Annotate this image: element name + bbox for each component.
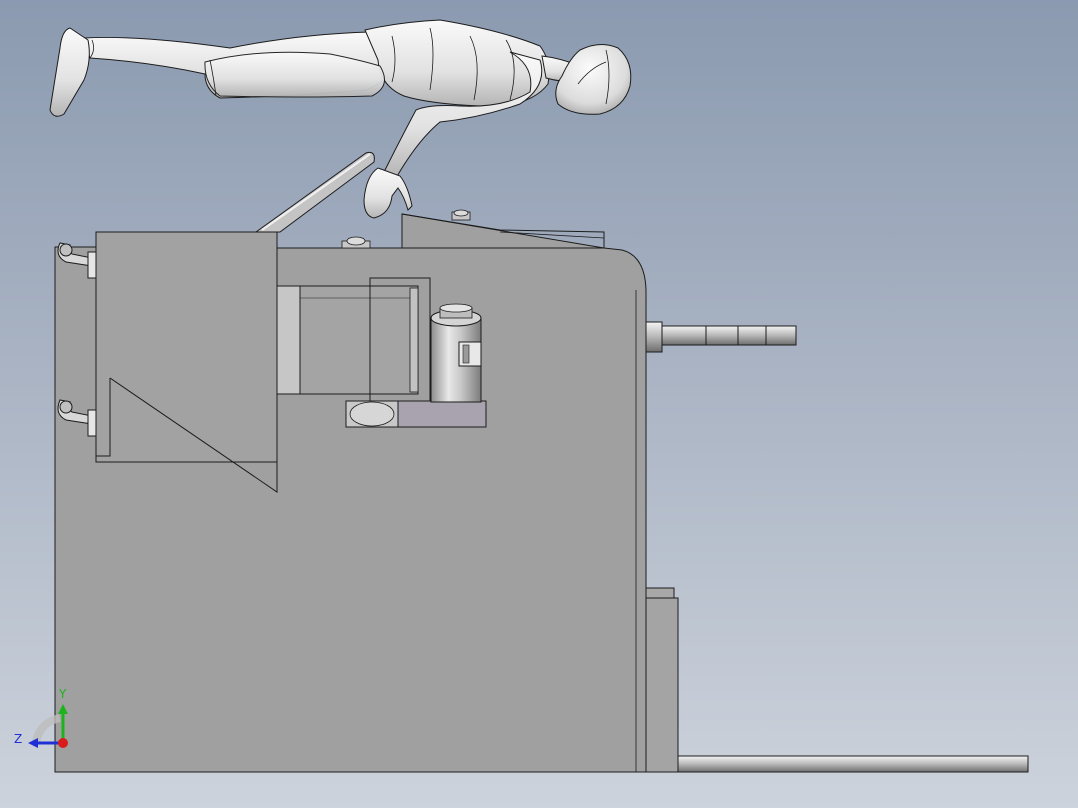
figure-head bbox=[555, 44, 632, 115]
human-figure[interactable] bbox=[49, 19, 632, 219]
inclined-handle[interactable] bbox=[254, 151, 375, 233]
motor-side-strip bbox=[409, 287, 419, 393]
cylinder-valve bbox=[458, 341, 482, 367]
motor-back-flange bbox=[276, 285, 302, 395]
motor-housing[interactable] bbox=[299, 285, 419, 395]
top-bolt-left bbox=[341, 236, 371, 249]
figure-torso bbox=[364, 19, 550, 107]
top-bolt-right bbox=[451, 209, 471, 221]
cad-3d-viewport[interactable]: Y Z bbox=[0, 0, 1078, 808]
coordinate-triad bbox=[28, 704, 68, 748]
front-panel[interactable] bbox=[95, 231, 278, 463]
floor-rail[interactable] bbox=[677, 755, 1029, 773]
triad-y-label: Y bbox=[59, 687, 67, 701]
output-shaft[interactable] bbox=[645, 321, 797, 353]
triad-z-label: Z bbox=[14, 732, 23, 746]
triad-x-axis bbox=[58, 738, 68, 748]
figure-foot-upper bbox=[49, 27, 90, 117]
figure-hand bbox=[363, 167, 413, 219]
base-extension-block[interactable] bbox=[645, 587, 679, 773]
cad-model-scene[interactable] bbox=[0, 0, 1078, 808]
